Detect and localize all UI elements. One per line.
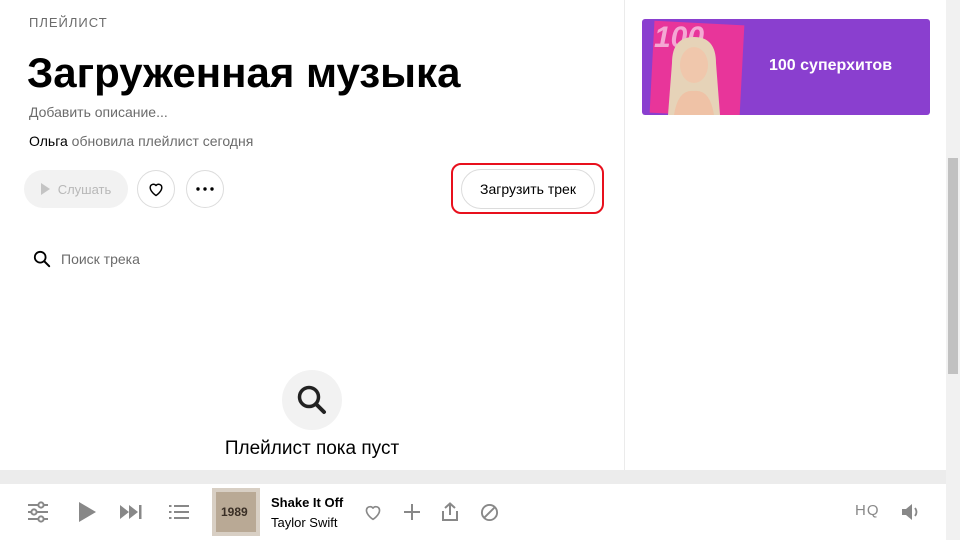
add-description-link[interactable]: Добавить описание... [29, 104, 168, 120]
playlist-main: ПЛЕЙЛИСТ Загруженная музыка Добавить опи… [0, 0, 624, 470]
queue-icon [169, 505, 189, 519]
quality-toggle[interactable]: HQ [855, 502, 880, 519]
player-play-button[interactable] [76, 500, 98, 524]
search-icon [33, 250, 51, 268]
updated-text: обновила плейлист сегодня [71, 133, 254, 149]
heart-icon [149, 183, 163, 197]
share-icon [442, 502, 458, 521]
like-button[interactable] [137, 170, 175, 208]
playlist-meta: Ольга обновила плейлист сегодня [29, 133, 253, 149]
block-icon [480, 503, 498, 521]
track-search[interactable]: Поиск трека [33, 250, 140, 268]
share-button[interactable] [439, 500, 461, 524]
scrollbar-thumb[interactable] [948, 158, 958, 374]
album-cover-text: 1989 [221, 505, 248, 519]
play-icon [40, 183, 50, 195]
equalizer-icon [28, 501, 48, 523]
next-track-button[interactable] [119, 502, 143, 522]
track-title[interactable]: Shake It Off [271, 495, 343, 510]
promo-banner[interactable]: 100 100 суперхитов [642, 19, 930, 115]
play-button[interactable]: Слушать [24, 170, 128, 208]
volume-button[interactable] [900, 501, 922, 523]
queue-button[interactable] [168, 502, 190, 522]
owner-link[interactable]: Ольга [29, 133, 68, 149]
playlist-type-label: ПЛЕЙЛИСТ [29, 15, 108, 30]
upload-track-button[interactable]: Загрузить трек [461, 169, 595, 209]
dislike-button[interactable] [478, 501, 500, 523]
play-icon [79, 502, 96, 522]
empty-search-icon-circle [282, 370, 342, 430]
more-icon [196, 187, 214, 191]
empty-state-text: Плейлист пока пуст [224, 438, 400, 459]
add-to-playlist-button[interactable] [401, 501, 423, 523]
album-cover[interactable]: 1989 [212, 488, 260, 536]
page-title: Загруженная музыка [27, 49, 461, 96]
more-button[interactable] [186, 170, 224, 208]
player-like-button[interactable] [362, 501, 384, 523]
track-artist[interactable]: Taylor Swift [271, 515, 337, 530]
plus-icon [404, 504, 420, 520]
player-separator [0, 470, 946, 484]
play-button-label: Слушать [57, 181, 112, 197]
next-track-icon [120, 505, 142, 519]
search-icon [297, 385, 326, 414]
promo-title: 100 суперхитов [769, 57, 893, 74]
heart-icon [365, 505, 381, 521]
volume-icon [902, 504, 918, 520]
search-input[interactable]: Поиск трека [61, 251, 140, 267]
equalizer-button[interactable] [26, 500, 50, 524]
promo-artist-image [668, 37, 720, 115]
